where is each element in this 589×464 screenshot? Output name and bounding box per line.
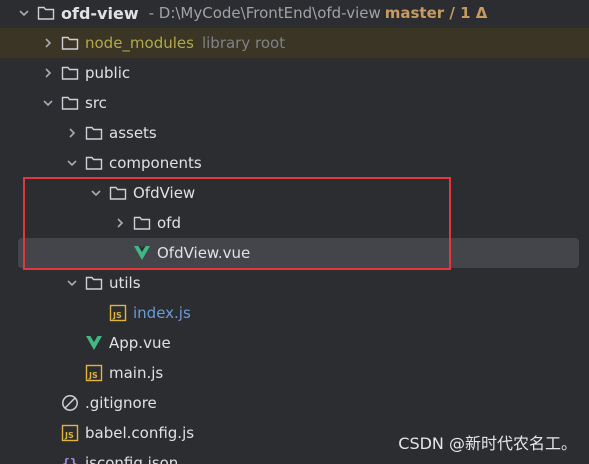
project-name: ofd-view	[61, 3, 139, 23]
folder-icon	[61, 34, 79, 52]
tree-row-public[interactable]: public	[0, 58, 589, 88]
tree-row-assets[interactable]: assets	[0, 118, 589, 148]
tree-row-utils[interactable]: utils	[0, 268, 589, 298]
folder-icon	[85, 154, 103, 172]
tree-row-components[interactable]: components	[0, 148, 589, 178]
chevron-down-icon[interactable]	[64, 155, 80, 171]
project-tree: ofd-view - D:\MyCode\FrontEnd\ofd-view m…	[0, 0, 589, 464]
tree-item-label: babel.config.js	[85, 424, 195, 442]
tree-item-label: App.vue	[109, 334, 171, 352]
tree-row-node-modules[interactable]: node_modules library root	[0, 28, 589, 58]
csdn-watermark: CSDN @新时代农名工。	[398, 434, 577, 453]
tree-item-label: components	[109, 154, 202, 172]
gitignore-icon	[61, 394, 79, 412]
chevron-down-icon[interactable]	[40, 95, 56, 111]
folder-icon	[85, 274, 103, 292]
vcs-branch-status: master / 1 Δ	[384, 4, 488, 22]
tree-item-label: src	[85, 94, 107, 112]
tree-row-index-js[interactable]: JS index.js	[0, 298, 589, 328]
tree-row-project-root[interactable]: ofd-view - D:\MyCode\FrontEnd\ofd-view m…	[0, 0, 589, 28]
tree-item-label: .gitignore	[85, 394, 157, 412]
tree-item-label: node_modules	[85, 34, 194, 52]
vue-file-icon	[85, 334, 103, 352]
folder-icon	[85, 124, 103, 142]
chevron-down-icon[interactable]	[16, 5, 32, 21]
svg-text:JS: JS	[64, 431, 74, 440]
js-file-icon: JS	[109, 304, 127, 322]
tree-row-src[interactable]: src	[0, 88, 589, 118]
tree-item-label: main.js	[109, 364, 164, 382]
svg-text:JS: JS	[88, 371, 98, 380]
tree-item-label: index.js	[133, 304, 191, 322]
chevron-down-icon[interactable]	[64, 275, 80, 291]
folder-icon	[37, 4, 55, 22]
json-file-icon: {}	[61, 454, 79, 464]
svg-text:{}: {}	[62, 457, 78, 464]
js-file-icon: JS	[61, 424, 79, 442]
tree-row-main-js[interactable]: JS main.js	[0, 358, 589, 388]
tree-item-label: assets	[109, 124, 157, 142]
library-root-hint: library root	[201, 34, 286, 52]
tree-item-label: jsconfig.json	[85, 454, 179, 464]
tree-row-gitignore[interactable]: .gitignore	[0, 388, 589, 418]
project-path: - D:\MyCode\FrontEnd\ofd-view	[148, 4, 381, 22]
tree-item-label: public	[85, 64, 131, 82]
chevron-right-icon[interactable]	[40, 65, 56, 81]
chevron-right-icon[interactable]	[64, 125, 80, 141]
red-annotation-box	[23, 177, 451, 270]
svg-text:JS: JS	[112, 311, 122, 320]
chevron-right-icon[interactable]	[40, 35, 56, 51]
folder-icon	[61, 94, 79, 112]
js-file-icon: JS	[85, 364, 103, 382]
folder-icon	[61, 64, 79, 82]
tree-item-label: utils	[109, 274, 141, 292]
tree-row-app-vue[interactable]: App.vue	[0, 328, 589, 358]
